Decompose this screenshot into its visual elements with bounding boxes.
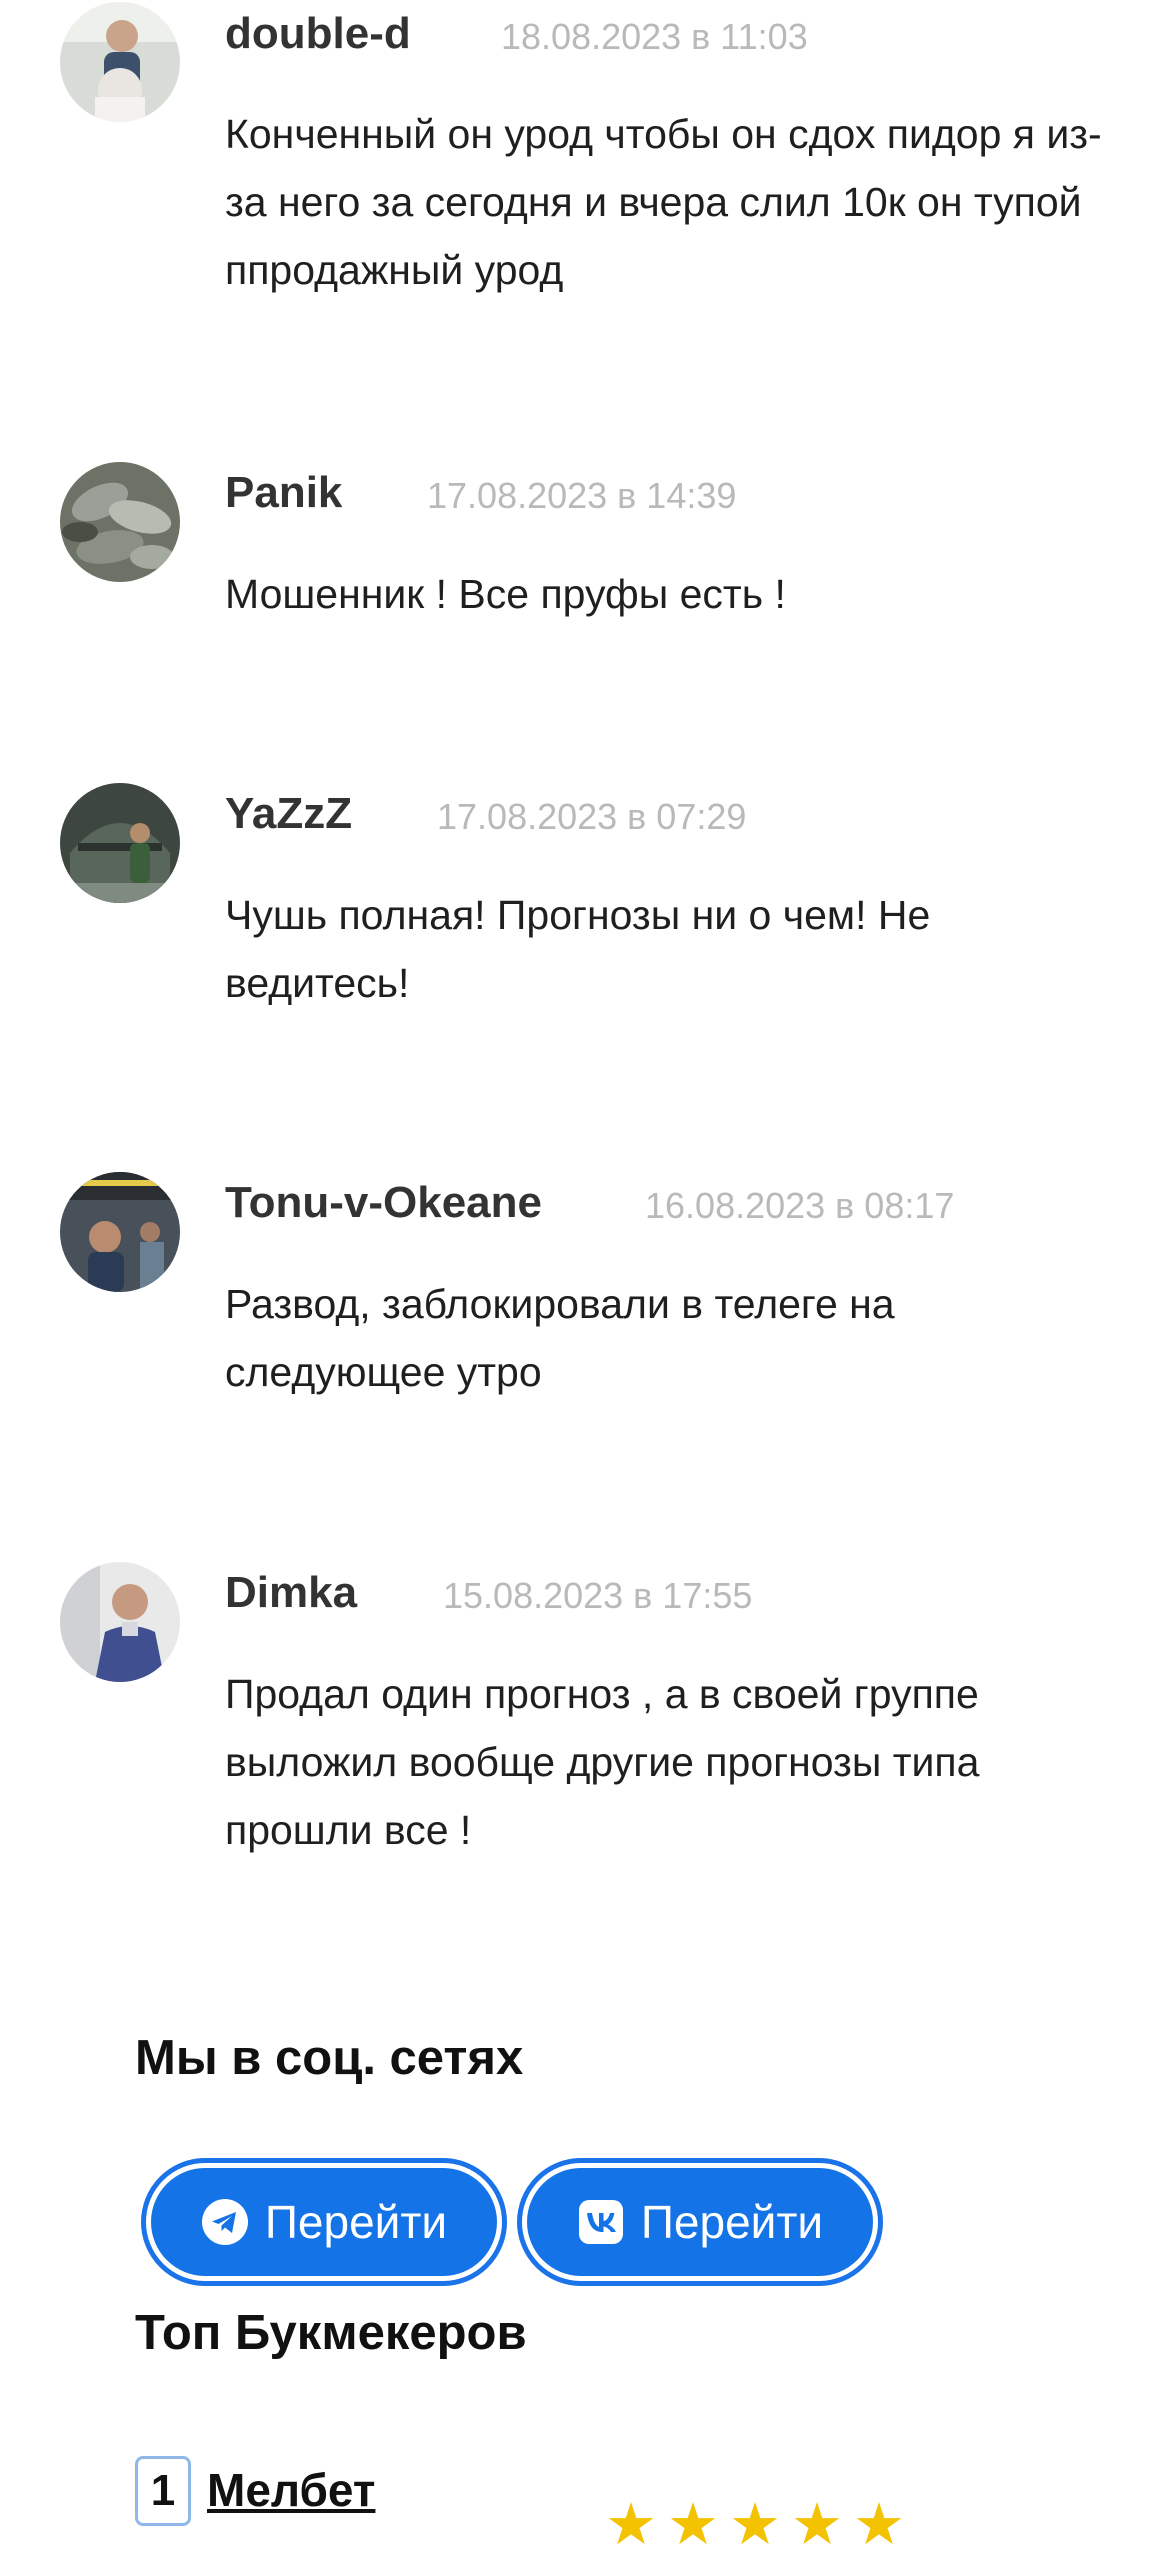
comment-author: Dimka	[225, 1568, 358, 1617]
comment-date: 18.08.2023 в 11:03	[501, 16, 808, 57]
vk-icon	[577, 2198, 625, 2246]
avatar	[60, 2, 180, 122]
bookmaker-link[interactable]: Мелбет	[207, 2462, 375, 2518]
comment-text: Мошенник ! Все пруфы есть !	[225, 571, 786, 617]
comment-text: Развод, заблокировали в телеге на следую…	[225, 1281, 895, 1395]
avatar	[60, 1172, 180, 1292]
comment-text: Чушь полная! Прогнозы ни о чем! Не ведит…	[225, 892, 931, 1006]
social-section-title: Мы в соц. сетях	[135, 2031, 524, 2085]
comment-date: 16.08.2023 в 08:17	[645, 1185, 955, 1226]
telegram-button[interactable]: Перейти	[141, 2158, 507, 2286]
star-icon: ★	[605, 2492, 657, 2557]
comment-author: double-d	[225, 9, 411, 58]
comment-author: Panik	[225, 468, 343, 517]
star-icon: ★	[667, 2492, 719, 2557]
telegram-icon	[201, 2198, 249, 2246]
vk-button-label: Перейти	[640, 2196, 824, 2248]
star-icon: ★	[853, 2492, 905, 2557]
bookmakers-section-title: Топ Букмекеров	[135, 2306, 527, 2360]
comment-text: Продал один прогноз , а в своей группе в…	[225, 1671, 980, 1853]
star-icon: ★	[729, 2492, 781, 2557]
avatar	[60, 462, 180, 582]
avatar	[60, 783, 180, 903]
star-icon: ★	[791, 2492, 843, 2557]
telegram-button-inner[interactable]: Перейти	[151, 2168, 497, 2276]
bookmaker-rank-badge: 1	[135, 2456, 191, 2526]
comment-date: 15.08.2023 в 17:55	[443, 1575, 753, 1616]
telegram-button-label: Перейти	[264, 2196, 448, 2248]
avatar	[60, 1562, 180, 1682]
vk-button-inner[interactable]: Перейти	[527, 2168, 873, 2276]
comment-date: 17.08.2023 в 14:39	[427, 475, 737, 516]
comment-author: Tonu-v-Okeane	[225, 1178, 543, 1227]
rating-stars: ★ ★ ★ ★ ★	[605, 2496, 905, 2554]
comment-author: YaZzZ	[225, 789, 353, 838]
comment-date: 17.08.2023 в 07:29	[437, 796, 747, 837]
comment-text: Конченный он урод чтобы он сдох пидор я …	[225, 111, 1102, 293]
vk-button[interactable]: Перейти	[517, 2158, 883, 2286]
